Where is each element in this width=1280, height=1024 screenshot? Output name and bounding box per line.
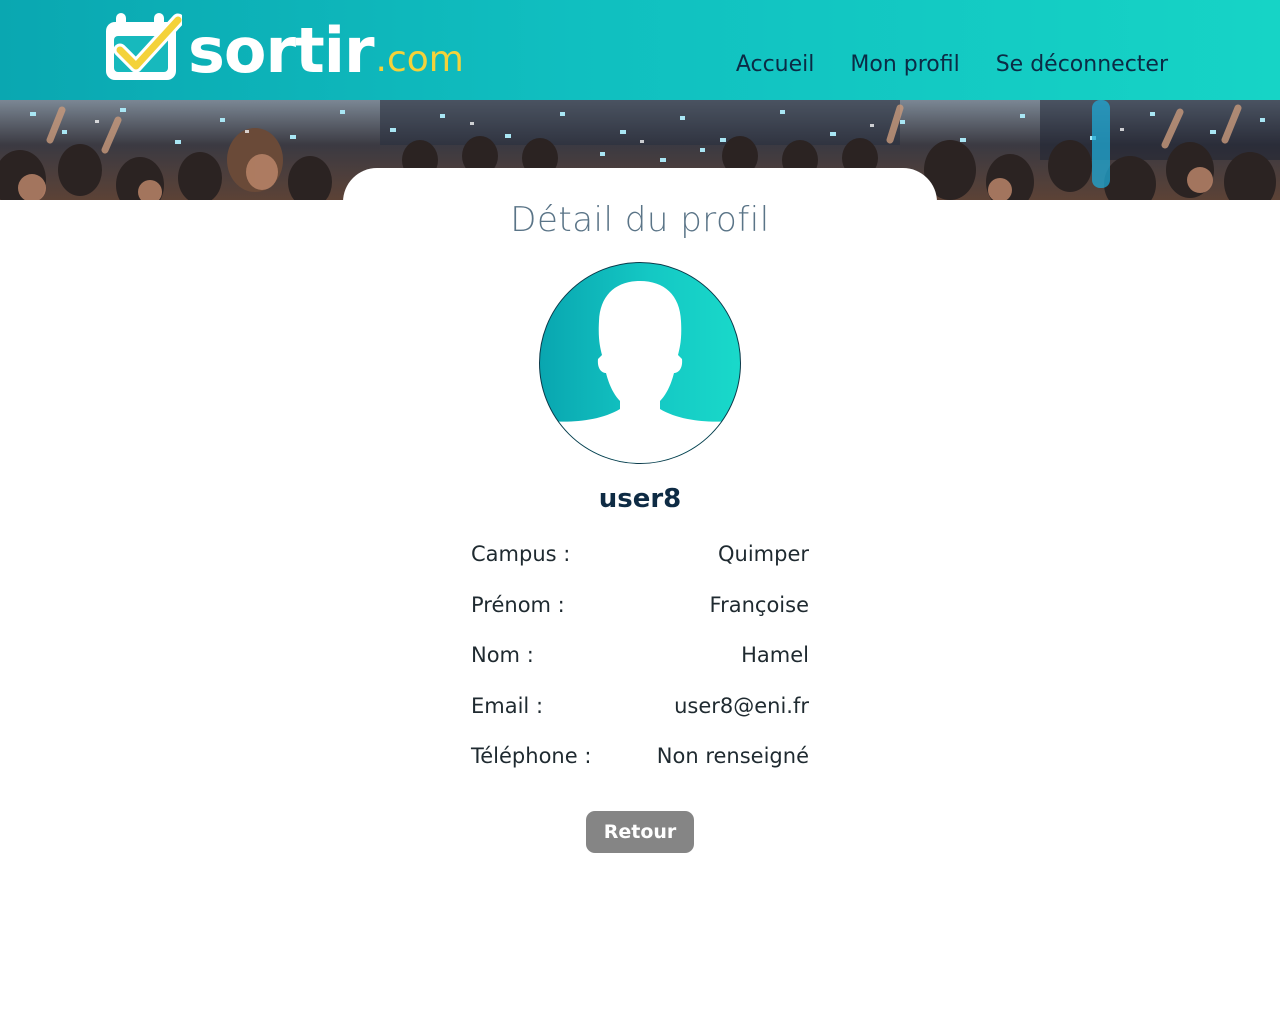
detail-label: Téléphone : [471,744,592,768]
detail-value: Françoise [709,592,809,617]
detail-value: Non renseigné [656,744,809,768]
site-logo[interactable]: sortir .com [102,8,464,84]
detail-row-prenom: Prénom : Françoise [471,589,809,640]
detail-row-email: Email : user8@eni.fr [471,690,809,741]
detail-label: Campus : [471,542,571,566]
detail-value: Hamel [741,643,809,667]
profile-card: Détail du profil user8 Campus : Quimper … [343,168,937,888]
detail-row-campus: Campus : Quimper [471,538,809,589]
logo-suffix: .com [375,39,464,80]
calendar-check-icon [106,13,182,80]
detail-value: user8@eni.fr [674,693,809,718]
detail-label: Prénom : [471,592,565,617]
nav-link-se-deconnecter[interactable]: Se déconnecter [996,50,1168,80]
profile-details-list: Campus : Quimper Prénom : Françoise Nom … [471,538,809,791]
back-button[interactable]: Retour [586,811,694,853]
site-header: sortir .com Accueil Mon profil Se déconn… [0,0,1280,100]
profile-avatar [539,262,741,464]
detail-value: Quimper [717,542,809,566]
nav-link-mon-profil[interactable]: Mon profil [850,50,959,80]
detail-label: Nom : [471,643,534,667]
logo-text: sortir [188,14,375,87]
nav-link-accueil[interactable]: Accueil [736,50,815,80]
page-title: Détail du profil [510,200,770,240]
detail-row-telephone: Téléphone : Non renseigné [471,740,809,791]
profile-username: user8 [598,484,682,514]
detail-label: Email : [471,693,544,718]
detail-row-nom: Nom : Hamel [471,639,809,690]
main-nav: Accueil Mon profil Se déconnecter [700,50,1168,80]
user-silhouette-icon [550,281,730,463]
